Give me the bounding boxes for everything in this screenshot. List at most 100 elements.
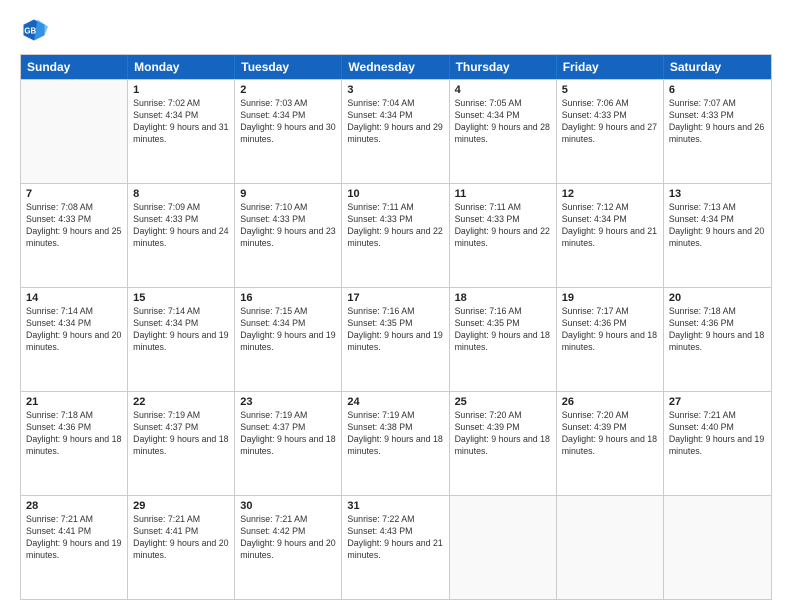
day-cell-9: 9 Sunrise: 7:10 AMSunset: 4:33 PMDaylight… [235,184,342,287]
day-cell-21: 21Sunrise: 7:18 AMSunset: 4:36 PMDayligh… [21,392,128,495]
day-number: 28 [26,500,122,512]
day-info: Sunrise: 7:09 AMSunset: 4:33 PMDaylight:… [133,202,229,250]
week-row-5: 28 Sunrise: 7:21 AMSunset: 4:41 PMDayligh… [21,495,771,599]
day-info: Sunrise: 7:10 AMSunset: 4:33 PMDaylight:… [240,202,336,250]
week-row-3: 14 Sunrise: 7:14 AMSunset: 4:34 PMDayligh… [21,287,771,391]
day-cell-15: 15Sunrise: 7:14 AMSunset: 4:34 PMDayligh… [128,288,235,391]
header-day-wednesday: Wednesday [342,55,449,79]
day-cell-30: 30 Sunrise: 7:21 AMSunset: 4:42 PMDayligh… [235,496,342,599]
day-number: 14 [26,292,122,304]
day-info: Sunrise: 7:19 AMSunset: 4:37 PMDaylight:… [240,410,336,458]
logo: GB [20,16,52,44]
day-cell-24: 24 Sunrise: 7:19 AMSunset: 4:38 PMDayligh… [342,392,449,495]
day-info: Sunrise: 7:11 AMSunset: 4:33 PMDaylight:… [455,202,551,250]
day-cell-19: 19Sunrise: 7:17 AMSunset: 4:36 PMDayligh… [557,288,664,391]
day-cell-18: 18 Sunrise: 7:16 AMSunset: 4:35 PMDayligh… [450,288,557,391]
day-cell-empty-4-4 [450,496,557,599]
day-number: 20 [669,292,766,304]
day-cell-23: 23 Sunrise: 7:19 AMSunset: 4:37 PMDayligh… [235,392,342,495]
day-number: 31 [347,500,443,512]
day-number: 9 [240,188,336,200]
day-info: Sunrise: 7:16 AMSunset: 4:35 PMDaylight:… [347,306,443,354]
day-cell-13: 13 Sunrise: 7:13 AMSunset: 4:34 PMDayligh… [664,184,771,287]
day-number: 26 [562,396,658,408]
day-info: Sunrise: 7:18 AMSunset: 4:36 PMDaylight:… [669,306,766,354]
day-info: Sunrise: 7:14 AMSunset: 4:34 PMDaylight:… [26,306,122,354]
day-number: 16 [240,292,336,304]
day-number: 30 [240,500,336,512]
day-number: 6 [669,84,766,96]
week-row-2: 7Sunrise: 7:08 AMSunset: 4:33 PMDaylight… [21,183,771,287]
day-number: 15 [133,292,229,304]
calendar: SundayMondayTuesdayWednesdayThursdayFrid… [20,54,772,600]
day-number: 4 [455,84,551,96]
day-cell-empty-0-0 [21,80,128,183]
day-number: 10 [347,188,443,200]
day-cell-20: 20 Sunrise: 7:18 AMSunset: 4:36 PMDayligh… [664,288,771,391]
header-day-tuesday: Tuesday [235,55,342,79]
day-number: 18 [455,292,551,304]
day-cell-29: 29 Sunrise: 7:21 AMSunset: 4:41 PMDayligh… [128,496,235,599]
header-day-monday: Monday [128,55,235,79]
day-info: Sunrise: 7:21 AMSunset: 4:41 PMDaylight:… [133,514,229,562]
day-info: Sunrise: 7:07 AMSunset: 4:33 PMDaylight:… [669,98,766,146]
day-cell-6: 6 Sunrise: 7:07 AMSunset: 4:33 PMDaylight… [664,80,771,183]
day-cell-17: 17 Sunrise: 7:16 AMSunset: 4:35 PMDayligh… [342,288,449,391]
day-cell-7: 7Sunrise: 7:08 AMSunset: 4:33 PMDaylight… [21,184,128,287]
header: GB [20,16,772,44]
svg-text:GB: GB [24,27,36,36]
day-cell-27: 27 Sunrise: 7:21 AMSunset: 4:40 PMDayligh… [664,392,771,495]
day-cell-5: 5 Sunrise: 7:06 AMSunset: 4:33 PMDaylight… [557,80,664,183]
day-number: 7 [26,188,122,200]
week-row-1: 1Sunrise: 7:02 AMSunset: 4:34 PMDaylight… [21,79,771,183]
calendar-header-row: SundayMondayTuesdayWednesdayThursdayFrid… [21,55,771,79]
day-number: 11 [455,188,551,200]
header-day-sunday: Sunday [21,55,128,79]
day-info: Sunrise: 7:20 AMSunset: 4:39 PMDaylight:… [562,410,658,458]
day-info: Sunrise: 7:12 AMSunset: 4:34 PMDaylight:… [562,202,658,250]
calendar-body: 1Sunrise: 7:02 AMSunset: 4:34 PMDaylight… [21,79,771,599]
day-info: Sunrise: 7:17 AMSunset: 4:36 PMDaylight:… [562,306,658,354]
day-cell-25: 25 Sunrise: 7:20 AMSunset: 4:39 PMDayligh… [450,392,557,495]
day-cell-26: 26 Sunrise: 7:20 AMSunset: 4:39 PMDayligh… [557,392,664,495]
day-info: Sunrise: 7:19 AMSunset: 4:38 PMDaylight:… [347,410,443,458]
day-info: Sunrise: 7:18 AMSunset: 4:36 PMDaylight:… [26,410,122,458]
day-cell-3: 3 Sunrise: 7:04 AMSunset: 4:34 PMDaylight… [342,80,449,183]
day-cell-11: 11 Sunrise: 7:11 AMSunset: 4:33 PMDayligh… [450,184,557,287]
day-info: Sunrise: 7:21 AMSunset: 4:40 PMDaylight:… [669,410,766,458]
day-cell-2: 2Sunrise: 7:03 AMSunset: 4:34 PMDaylight… [235,80,342,183]
day-info: Sunrise: 7:13 AMSunset: 4:34 PMDaylight:… [669,202,766,250]
day-number: 23 [240,396,336,408]
day-number: 17 [347,292,443,304]
day-number: 24 [347,396,443,408]
day-number: 29 [133,500,229,512]
day-number: 3 [347,84,443,96]
day-number: 5 [562,84,658,96]
day-info: Sunrise: 7:06 AMSunset: 4:33 PMDaylight:… [562,98,658,146]
header-day-friday: Friday [557,55,664,79]
day-info: Sunrise: 7:11 AMSunset: 4:33 PMDaylight:… [347,202,443,250]
day-cell-16: 16 Sunrise: 7:15 AMSunset: 4:34 PMDayligh… [235,288,342,391]
page: GB SundayMondayTuesdayWednesdayThursdayF… [0,0,792,612]
day-number: 1 [133,84,229,96]
day-cell-4: 4 Sunrise: 7:05 AMSunset: 4:34 PMDaylight… [450,80,557,183]
day-number: 25 [455,396,551,408]
day-info: Sunrise: 7:22 AMSunset: 4:43 PMDaylight:… [347,514,443,562]
day-info: Sunrise: 7:20 AMSunset: 4:39 PMDaylight:… [455,410,551,458]
day-cell-12: 12 Sunrise: 7:12 AMSunset: 4:34 PMDayligh… [557,184,664,287]
day-cell-22: 22Sunrise: 7:19 AMSunset: 4:37 PMDayligh… [128,392,235,495]
day-number: 8 [133,188,229,200]
day-cell-1: 1Sunrise: 7:02 AMSunset: 4:34 PMDaylight… [128,80,235,183]
day-number: 12 [562,188,658,200]
day-info: Sunrise: 7:16 AMSunset: 4:35 PMDaylight:… [455,306,551,354]
day-number: 13 [669,188,766,200]
day-cell-empty-4-6 [664,496,771,599]
day-info: Sunrise: 7:15 AMSunset: 4:34 PMDaylight:… [240,306,336,354]
header-day-thursday: Thursday [450,55,557,79]
day-number: 27 [669,396,766,408]
week-row-4: 21Sunrise: 7:18 AMSunset: 4:36 PMDayligh… [21,391,771,495]
day-info: Sunrise: 7:04 AMSunset: 4:34 PMDaylight:… [347,98,443,146]
day-info: Sunrise: 7:03 AMSunset: 4:34 PMDaylight:… [240,98,336,146]
day-info: Sunrise: 7:05 AMSunset: 4:34 PMDaylight:… [455,98,551,146]
day-info: Sunrise: 7:21 AMSunset: 4:42 PMDaylight:… [240,514,336,562]
